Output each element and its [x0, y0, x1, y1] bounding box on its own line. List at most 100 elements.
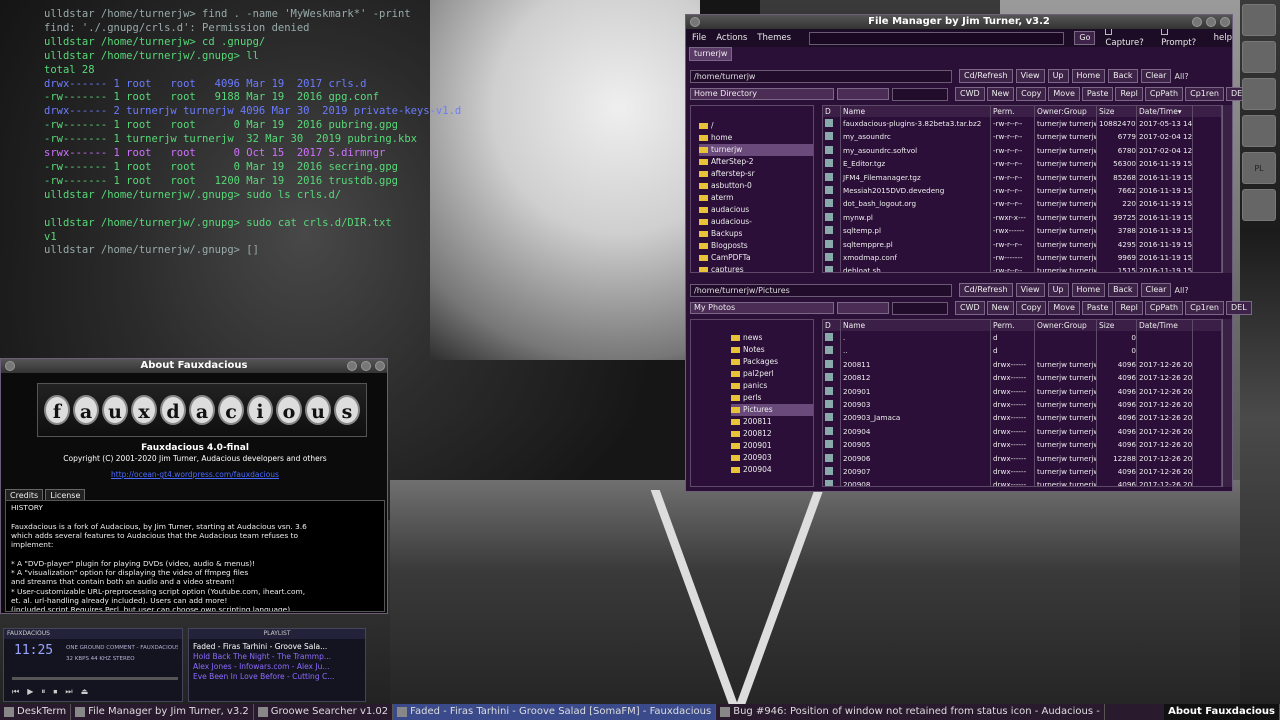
close-icon[interactable] — [375, 361, 385, 371]
gear-icon[interactable] — [1242, 4, 1276, 36]
top-back-button[interactable]: Back — [1108, 69, 1138, 83]
top-move-button[interactable]: Move — [1048, 301, 1080, 315]
column-header-4[interactable]: Size — [1097, 106, 1137, 117]
column-header-5[interactable]: Date/Time — [1137, 320, 1193, 331]
taskbar-item[interactable]: DeskTerm — [0, 704, 72, 720]
keys-icon[interactable] — [1242, 189, 1276, 221]
clock-icon[interactable] — [1242, 41, 1276, 73]
tree-item[interactable]: 200903 — [731, 452, 813, 464]
minimize-icon[interactable] — [347, 361, 357, 371]
bottom-file-list[interactable]: D Name Perm. Owner:Group Size Date/Time. d 0.. d… — [822, 319, 1222, 487]
about-titlebar[interactable]: About Fauxdacious — [1, 359, 387, 373]
column-header-5[interactable]: Date/Time▾ — [1137, 106, 1193, 117]
table-row[interactable]: JFM4_Filemanager.tgz -rw-r--r-- turnerjw t… — [823, 170, 1221, 184]
table-row[interactable]: 200907 drwx------ turnerjw turnerjw 4096 201… — [823, 464, 1221, 479]
tree-item[interactable]: 200811 — [731, 416, 813, 428]
taskbar-item[interactable]: Bug #946: Position of window not retaine… — [716, 704, 1105, 720]
seek-bar[interactable] — [12, 677, 178, 680]
tree-item[interactable]: AfterStep-2 — [699, 156, 813, 168]
tree-item[interactable]: home — [699, 132, 813, 144]
tree-item[interactable]: audacious — [699, 204, 813, 216]
next-icon[interactable]: ⏭ — [65, 687, 72, 697]
column-header-1[interactable]: Name — [841, 106, 991, 117]
tree-item[interactable]: CamPDFTa — [699, 252, 813, 264]
table-row[interactable]: xmodmap.conf -rw------- turnerjw turnerjw 9… — [823, 250, 1221, 265]
tree-item[interactable]: news — [731, 332, 813, 344]
firefox-icon[interactable] — [1242, 115, 1276, 147]
close-icon[interactable] — [1220, 17, 1230, 27]
top-up-button[interactable]: Up — [1047, 69, 1069, 83]
minimize-icon[interactable] — [1192, 17, 1202, 27]
command-input[interactable] — [809, 31, 1065, 45]
playlist-items[interactable]: Faded - Firas Tarhini - Groove Sala... Ho… — [189, 639, 365, 685]
top-cd-refresh-button[interactable]: Cd/Refresh — [959, 69, 1013, 83]
bottom-filter-input[interactable] — [892, 301, 948, 315]
tree-item[interactable]: Blogposts — [699, 240, 813, 252]
tree-item[interactable]: asbutton-0 — [699, 180, 813, 192]
tree-item[interactable]: captures — [699, 264, 813, 272]
menu-actions[interactable]: Actions — [716, 33, 747, 43]
table-row[interactable]: fauxdacious-plugins-3.82beta3.tar.bz2 -rw… — [823, 117, 1221, 131]
tree-item[interactable]: Backups — [699, 228, 813, 240]
top-file-list[interactable]: D Name Perm. Owner:Group Size Date/Time▾ fauxd… — [822, 105, 1222, 273]
pl-icon[interactable]: PL — [1242, 152, 1276, 184]
playlist-item[interactable]: Faded - Firas Tarhini - Groove Sala... — [193, 642, 361, 652]
top-cwd-button[interactable]: CWD — [955, 301, 985, 315]
term-icon[interactable] — [1242, 78, 1276, 110]
table-row[interactable]: 200901 drwx------ turnerjw turnerjw 4096 201… — [823, 384, 1221, 398]
top-back-button[interactable]: Back — [1108, 283, 1138, 297]
top-filter-input[interactable] — [892, 87, 948, 101]
top-filter-combo[interactable] — [837, 88, 889, 100]
play-icon[interactable]: ▶ — [27, 687, 33, 697]
top-up-button[interactable]: Up — [1047, 283, 1069, 297]
top-new-button[interactable]: New — [986, 87, 1015, 101]
menu-file[interactable]: File — [692, 33, 706, 43]
maximize-icon[interactable] — [1206, 17, 1216, 27]
table-row[interactable]: 200811 drwx------ turnerjw turnerjw 4096 201… — [823, 357, 1221, 372]
taskbar-item[interactable]: Faded - Firas Tarhini - Groove Salad [So… — [393, 704, 717, 720]
top-path-input[interactable]: /home/turnerjw — [690, 69, 952, 83]
playlist-item[interactable]: Hold Back The Night - The Trammp... — [193, 652, 361, 662]
tab-turnerjw[interactable]: turnerjw — [689, 47, 733, 61]
column-header-3[interactable]: Owner:Group — [1035, 106, 1097, 117]
top-copy-button[interactable]: Copy — [1016, 301, 1047, 315]
playlist-item[interactable]: Alex Jones - Infowars.com - Alex Ju... — [193, 662, 361, 672]
tree-item[interactable]: 200901 — [731, 440, 813, 452]
stop-icon[interactable]: ⏹ — [53, 687, 57, 697]
bottom-path-input[interactable]: /home/turnerjw/Pictures — [690, 283, 952, 297]
tree-item[interactable]: Pictures — [731, 404, 813, 416]
table-row[interactable]: my_asoundrc -rw-r--r-- turnerjw turnerjw 67… — [823, 130, 1221, 144]
prompt-checkbox[interactable] — [1161, 28, 1169, 35]
desktop-terminal[interactable]: ulldstar /home/turnerjw> find . -name 'M… — [44, 8, 564, 258]
bottom-all-checkbox[interactable]: All? — [1174, 286, 1188, 295]
player-titlebar[interactable]: FAUXDACIOUS — [4, 629, 182, 639]
table-row[interactable]: my_asoundrc.softvol -rw-r--r-- turnerjw tu… — [823, 143, 1221, 158]
table-row[interactable]: 200905 drwx------ turnerjw turnerjw 4096 201… — [823, 438, 1221, 452]
capture-checkbox[interactable] — [1105, 28, 1113, 35]
top-cwd-button[interactable]: CWD — [955, 87, 985, 101]
bottom-location-combo[interactable]: My Photos — [690, 302, 834, 314]
table-row[interactable]: 200906 drwx------ turnerjw turnerjw 12288 20… — [823, 451, 1221, 465]
top-view-button[interactable]: View — [1015, 283, 1045, 297]
tree-item[interactable]: aterm — [699, 192, 813, 204]
tree-item[interactable]: pal2perl — [731, 368, 813, 380]
top-move-button[interactable]: Move — [1048, 87, 1080, 101]
window-menu-icon[interactable] — [690, 17, 700, 27]
table-row[interactable]: 200908 drwx------ turnerjw turnerjw 4096 201… — [823, 478, 1221, 486]
top-scrollbar[interactable] — [1222, 105, 1232, 273]
top-copy-button[interactable]: Copy — [1016, 87, 1047, 101]
file-manager-titlebar[interactable]: File Manager by Jim Turner, v3.2 — [686, 15, 1232, 29]
table-row[interactable]: 200903 drwx------ turnerjw turnerjw 4096 201… — [823, 397, 1221, 412]
menu-help[interactable]: help — [1214, 33, 1232, 43]
table-row[interactable]: mynw.pl -rwxr-x--- turnerjw turnerjw 39725 2… — [823, 210, 1221, 225]
column-header-0[interactable]: D — [823, 106, 841, 117]
bottom-directory-tree[interactable]: news Notes Packages pal2perl panics perls Pict… — [690, 319, 814, 487]
table-row[interactable]: Messiah2015DVD.devedeng -rw-r--r-- turnerj… — [823, 183, 1221, 198]
top-paste-button[interactable]: Paste — [1081, 87, 1114, 101]
tree-item[interactable]: 200904 — [731, 464, 813, 476]
playlist-item[interactable]: Eve Been In Love Before - Cutting C... — [193, 672, 361, 682]
column-header-2[interactable]: Perm. — [991, 106, 1035, 117]
top-home-button[interactable]: Home — [1071, 69, 1106, 83]
taskbar-item-active-window[interactable]: About Fauxdacious — [1164, 704, 1280, 720]
taskbar-item[interactable]: Groowe Searcher v1.02 — [254, 704, 394, 720]
